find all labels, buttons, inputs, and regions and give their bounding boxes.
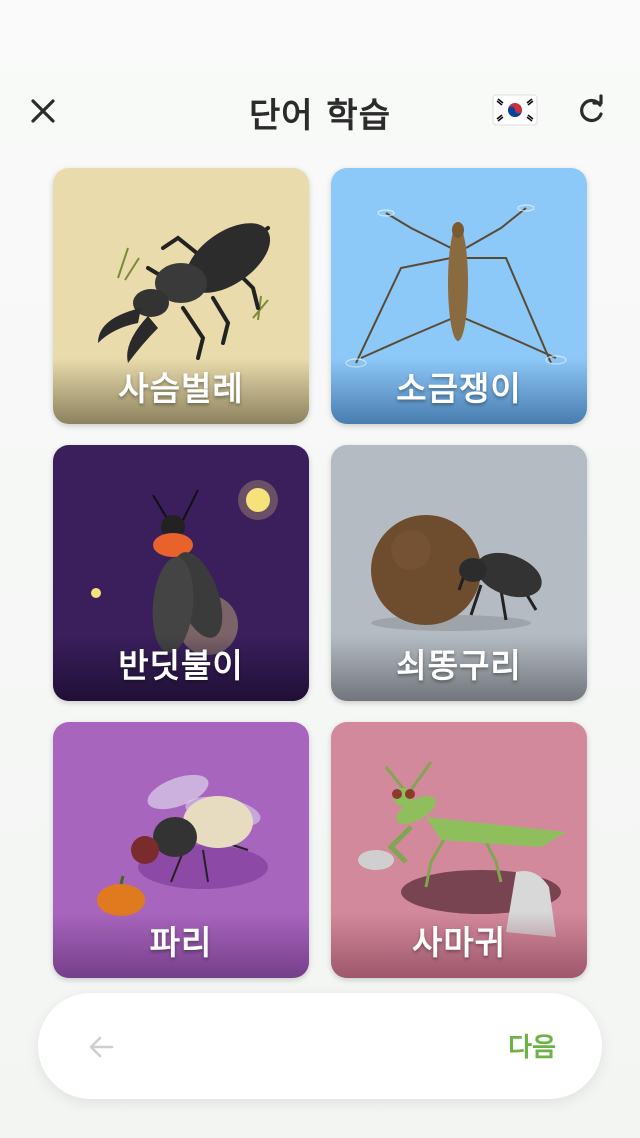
korea-flag-icon [492, 94, 538, 126]
word-card-firefly[interactable]: 반딧불이 [53, 445, 309, 701]
card-label: 사마귀 [411, 923, 507, 962]
word-card-stag-beetle[interactable]: 사슴벌레 [53, 168, 309, 424]
word-card-fly[interactable]: 파리 [53, 722, 309, 978]
bottom-navigation-bar: 다음 [38, 993, 602, 1099]
refresh-icon [580, 94, 603, 123]
page-title: 단어 학습 [249, 96, 391, 136]
arrow-left-icon [89, 1036, 114, 1058]
header: 단어 학습 [0, 78, 640, 142]
word-card-water-strider[interactable]: 소금쟁이 [331, 168, 587, 424]
language-button[interactable] [492, 90, 538, 130]
word-card-dung-beetle[interactable]: 쇠똥구리 [331, 445, 587, 701]
card-label: 사슴벌레 [118, 369, 244, 408]
refresh-button[interactable] [572, 92, 610, 130]
word-card-mantis[interactable]: 사마귀 [331, 722, 587, 978]
card-label: 쇠똥구리 [396, 646, 522, 685]
card-label: 파리 [149, 923, 213, 962]
card-label: 반딧불이 [118, 646, 244, 685]
back-button[interactable] [82, 1027, 122, 1067]
card-label: 소금쟁이 [396, 369, 522, 408]
next-button[interactable]: 다음 [508, 1027, 556, 1064]
